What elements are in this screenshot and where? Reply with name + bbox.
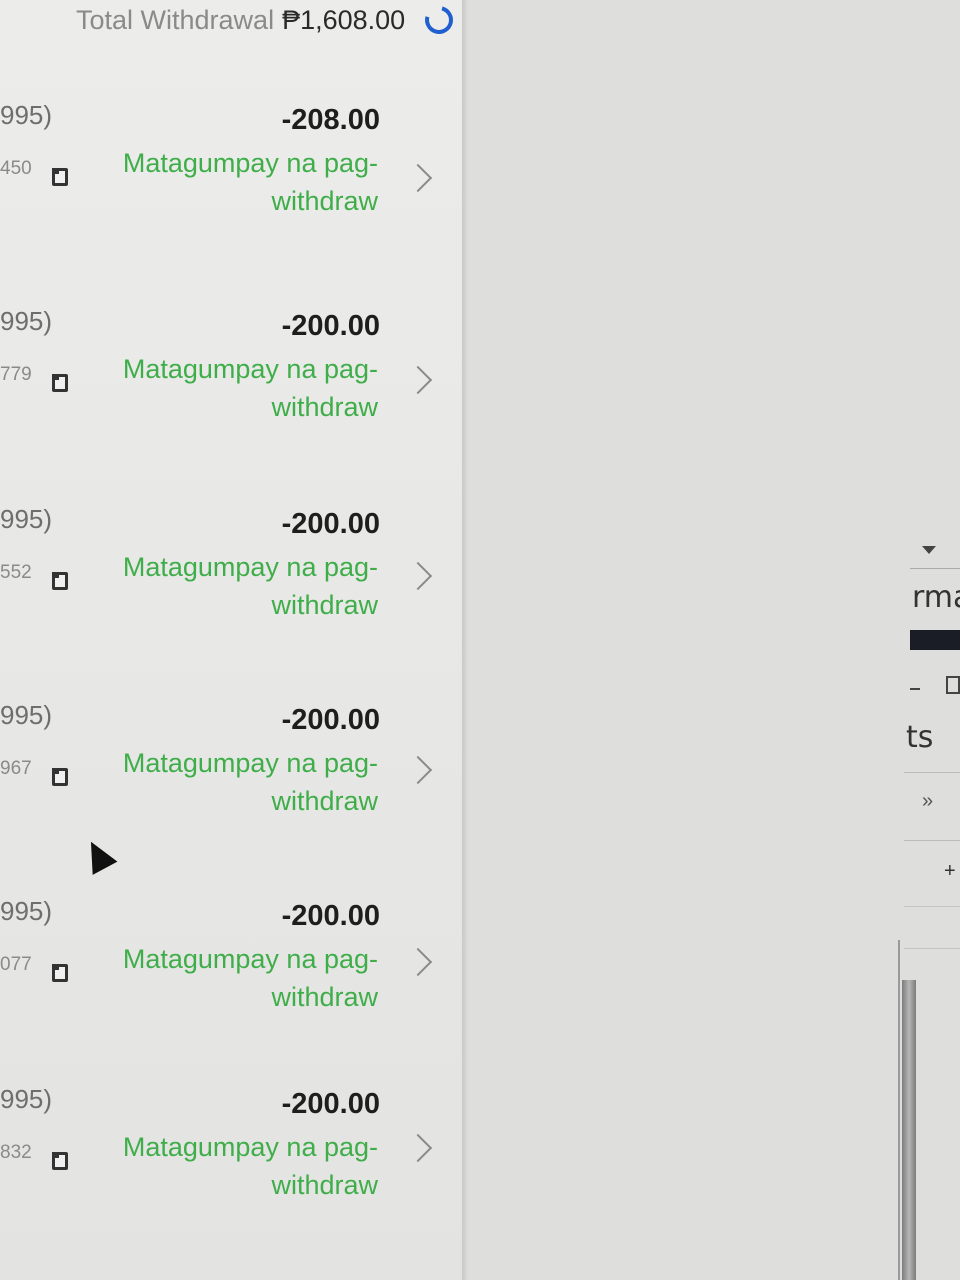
total-withdrawal-amount: ₱1,608.00 [282, 4, 406, 35]
chevron-right-icon[interactable] [403, 561, 433, 591]
copy-icon[interactable] [52, 964, 68, 982]
background-area [468, 0, 960, 1280]
transaction-amount: -200.00 [281, 1088, 380, 1120]
side-window-label: ts [906, 720, 934, 755]
add-icon[interactable]: + [944, 860, 956, 883]
transaction-status: Matagumpay na pag-withdraw [122, 944, 378, 1012]
transaction-reference: 779 [0, 364, 32, 385]
chevron-right-icon[interactable] [403, 163, 433, 193]
transaction-account: 995) [0, 896, 53, 926]
dropdown-arrow-icon[interactable] [922, 546, 936, 554]
transaction-row[interactable]: 995) -200.00 552 Matagumpay na pag-withd… [0, 504, 460, 694]
divider [904, 772, 960, 773]
transaction-account: 995) [0, 700, 53, 730]
transaction-reference: 832 [0, 1142, 32, 1163]
transaction-status: Matagumpay na pag-withdraw [122, 552, 378, 620]
chevron-right-icon[interactable] [403, 947, 433, 977]
chevron-right-icon[interactable] [403, 755, 433, 785]
copy-icon[interactable] [52, 168, 68, 186]
divider [904, 840, 960, 841]
transaction-amount: -200.00 [281, 704, 380, 736]
refresh-icon[interactable] [420, 0, 459, 40]
transaction-status: Matagumpay na pag-withdraw [122, 148, 378, 216]
side-window-window-controls [910, 672, 960, 696]
transaction-row[interactable]: 995) -208.00 450 Matagumpay na pag-withd… [0, 100, 460, 290]
transaction-row[interactable]: 995) -200.00 779 Matagumpay na pag-withd… [0, 306, 460, 496]
transaction-status: Matagumpay na pag-withdraw [122, 354, 378, 422]
transaction-reference: 077 [0, 954, 32, 975]
transaction-reference: 450 [0, 158, 32, 179]
transaction-amount: -200.00 [281, 508, 380, 540]
total-withdrawal-row: Total Withdrawal ₱1,608.00 [76, 0, 459, 40]
transaction-account: 995) [0, 306, 53, 336]
chevron-right-icon[interactable] [403, 365, 433, 395]
side-window-label: rma [912, 580, 960, 615]
scrollbar[interactable] [902, 980, 916, 1280]
transaction-account: 995) [0, 504, 53, 534]
copy-icon[interactable] [52, 572, 68, 590]
transaction-account: 995) [0, 1084, 53, 1114]
chevron-right-icon[interactable] [403, 1133, 433, 1163]
maximize-icon[interactable] [946, 676, 960, 694]
divider [904, 948, 960, 949]
copy-icon[interactable] [52, 374, 68, 392]
divider [904, 906, 960, 907]
copy-icon[interactable] [52, 768, 68, 786]
minimize-icon[interactable] [910, 688, 920, 690]
transaction-amount: -200.00 [281, 900, 380, 932]
divider [898, 940, 900, 1280]
withdrawal-history-panel: Total Withdrawal ₱1,608.00 995) -208.00 … [0, 0, 462, 1280]
side-window-dark-bar [910, 630, 960, 650]
transaction-account: 995) [0, 100, 53, 130]
transaction-reference: 967 [0, 758, 32, 779]
copy-icon[interactable] [52, 1152, 68, 1170]
divider [910, 568, 960, 569]
transaction-amount: -200.00 [281, 310, 380, 342]
more-chevron-icon[interactable]: » [922, 790, 933, 813]
transaction-row[interactable]: 995) -200.00 832 Matagumpay na pag-withd… [0, 1084, 460, 1274]
total-withdrawal-label: Total Withdrawal [76, 4, 275, 35]
transaction-status: Matagumpay na pag-withdraw [122, 1132, 378, 1200]
transaction-row[interactable]: 995) -200.00 967 Matagumpay na pag-withd… [0, 700, 460, 890]
transaction-amount: -208.00 [281, 104, 380, 136]
transaction-reference: 552 [0, 562, 32, 583]
transaction-status: Matagumpay na pag-withdraw [122, 748, 378, 816]
transaction-row[interactable]: 995) -200.00 077 Matagumpay na pag-withd… [0, 896, 460, 1086]
screen: Total Withdrawal ₱1,608.00 995) -208.00 … [0, 0, 960, 1280]
